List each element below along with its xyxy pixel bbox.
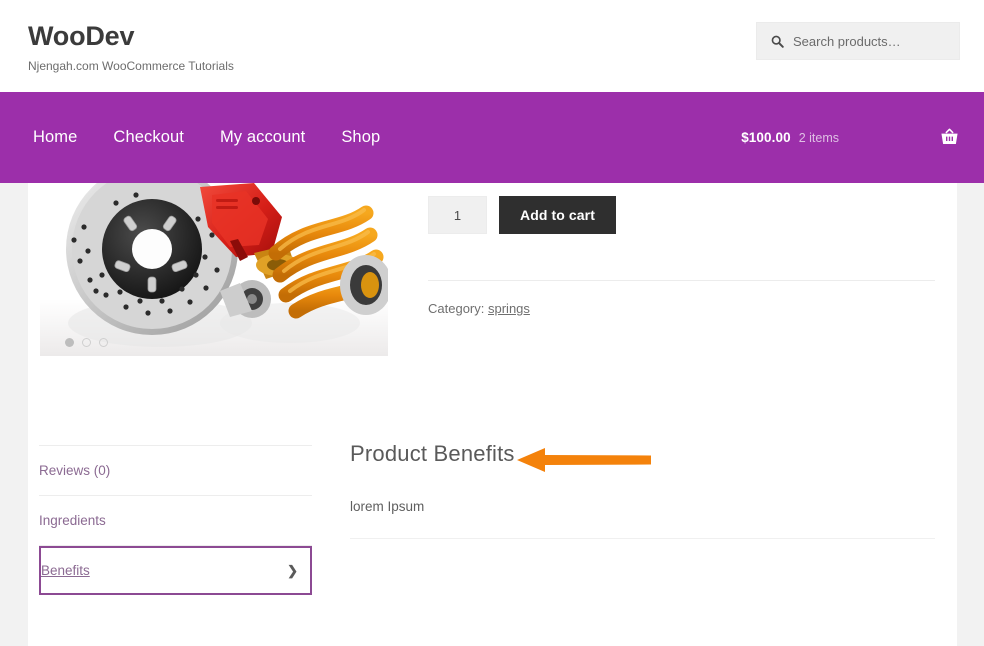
add-to-cart-button[interactable]: Add to cart [499,196,616,234]
site-tagline: Njengah.com WooCommerce Tutorials [28,58,234,73]
purchase-section: Add to cart Category: springs [428,196,938,316]
nav-item-home[interactable]: Home [33,128,77,147]
gallery-dot-2[interactable] [82,338,91,347]
product-meta-divider [428,280,935,281]
nav-item-shop[interactable]: Shop [341,128,380,147]
tab-ingredients[interactable]: Ingredients [39,496,312,546]
chevron-right-icon: ❯ [287,563,298,578]
quantity-input[interactable] [428,196,487,234]
panel-divider [350,538,935,539]
category-link[interactable]: springs [488,301,530,316]
nav-item-my-account[interactable]: My account [220,128,305,147]
primary-navigation-bar: Home Checkout My account Shop $100.00 2 … [0,92,984,183]
cart-summary[interactable]: $100.00 2 items [741,92,960,183]
nav-links: Home Checkout My account Shop [33,92,380,183]
tab-benefits-inner: Benefits ❯ [41,563,310,578]
site-title: WooDev [28,21,135,51]
site-branding[interactable]: WooDev Njengah.com WooCommerce Tutorials [28,21,234,73]
panel-body-text: lorem Ipsum [350,499,425,514]
gallery-dot-3[interactable] [99,338,108,347]
product-gallery[interactable] [40,183,388,356]
product-tabs-list: Reviews (0) Ingredients Benefits ❯ [39,445,312,595]
search-input[interactable] [793,33,953,49]
category-label: Category: [428,301,485,316]
tab-panel-benefits: Product Benefits lorem Ipsum [350,441,940,539]
tab-benefits-label: Benefits [41,563,90,578]
page-content: Add to cart Category: springs Reviews (0… [28,183,957,646]
cart-item-count: 2 items [798,130,839,145]
panel-title: Product Benefits [350,441,515,466]
product-search-box[interactable] [756,22,960,60]
tab-benefits[interactable]: Benefits ❯ [39,546,312,595]
tab-reviews[interactable]: Reviews (0) [39,446,312,496]
nav-item-checkout[interactable]: Checkout [113,128,184,147]
site-header: WooDev Njengah.com WooCommerce Tutorials [0,0,984,92]
search-icon [771,35,784,48]
gallery-dots[interactable] [65,338,108,347]
tab-ingredients-label: Ingredients [39,513,106,528]
product-meta: Category: springs [428,301,938,316]
add-to-cart-form: Add to cart [428,196,938,234]
tab-reviews-label: Reviews (0) [39,463,111,478]
shopping-basket-icon[interactable] [939,127,960,148]
product-image[interactable] [40,183,388,356]
gallery-dot-1[interactable] [65,338,74,347]
cart-total: $100.00 [741,130,791,145]
